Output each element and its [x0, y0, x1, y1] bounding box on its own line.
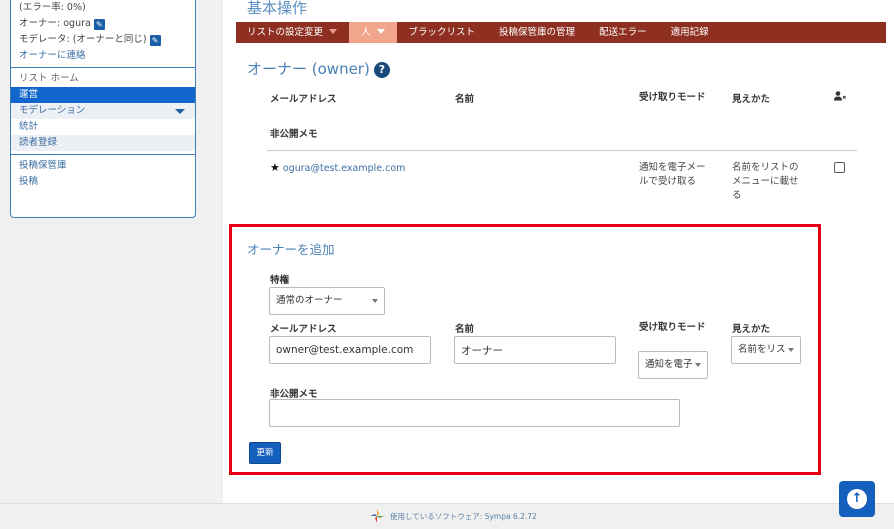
menu-item-blacklist[interactable]: ブラックリスト — [397, 22, 488, 43]
error-rate: (エラー率: 0%) — [19, 2, 86, 13]
table-divider — [267, 150, 857, 151]
sidebar-item-admin[interactable]: 運営 — [11, 87, 195, 103]
menu-label: 人 — [361, 27, 371, 38]
owner-visibility: 名前をリストのメニューに載せる — [732, 162, 799, 201]
col-reception-header: 受け取りモード — [639, 92, 706, 103]
footer-software-text[interactable]: 使用しているソフトウェア: Sympa 6.2.72 — [390, 511, 537, 522]
moderation-label: モデレーション — [19, 105, 86, 116]
chevron-down-icon — [376, 29, 385, 34]
scroll-to-top-button[interactable]: ↑ — [839, 481, 875, 517]
highlight-box — [229, 224, 821, 475]
sidebar: (エラー率: 0%) オーナー: ogura ✎ モデレータ: (オーナーと同じ)… — [10, 0, 196, 218]
menu-item-bounces[interactable]: 配送エラー — [587, 22, 659, 43]
owner-line: オーナー: ogura ✎ — [11, 16, 195, 32]
menu-item-list-settings[interactable]: リストの設定変更 — [236, 22, 349, 43]
sidebar-item-subscribers[interactable]: 読者登録 — [11, 135, 195, 151]
sidebar-divider — [11, 67, 195, 68]
menu-item-archive-manage[interactable]: 投稿保管庫の管理 — [487, 22, 587, 43]
sidebar-item-moderation[interactable]: モデレーション — [11, 103, 195, 119]
owner-select-checkbox[interactable] — [834, 162, 845, 173]
moderator-line-text: モデレータ: (オーナーと同じ) — [19, 34, 147, 45]
menu-item-people[interactable]: 人 — [349, 22, 397, 43]
pencil-icon[interactable]: ✎ — [93, 19, 105, 30]
col-visibility-header: 見えかた — [732, 94, 771, 105]
col-email-header: メールアドレス — [270, 94, 337, 105]
sympa-logo-icon — [370, 509, 384, 523]
col-name-header: 名前 — [455, 94, 475, 105]
owner-email-link[interactable]: ogura@test.example.com — [283, 163, 406, 174]
owner-reception: 通知を電子メールで受け取る — [639, 162, 706, 187]
owners-section-title: オーナー (owner)? — [247, 58, 390, 79]
list-home-link[interactable]: リスト ホーム — [11, 71, 195, 87]
page-title: 基本操作 — [247, 0, 308, 17]
user-remove-icon — [834, 91, 846, 104]
sidebar-divider — [11, 154, 195, 155]
chevron-down-icon — [175, 109, 185, 114]
owner-line-text: オーナー: ogura — [19, 18, 91, 29]
arrow-up-icon: ↑ — [847, 489, 867, 509]
admin-menu-bar: リストの設定変更 人 ブラックリスト 投稿保管庫の管理 配送エラー 適用記録 — [236, 22, 886, 43]
table-row: ★ ogura@test.example.com — [270, 161, 405, 176]
footer: 使用しているソフトウェア: Sympa 6.2.72 — [0, 503, 894, 529]
chevron-down-icon — [329, 29, 338, 34]
sidebar-item-post[interactable]: 投稿 — [11, 174, 195, 190]
sidebar-item-stats[interactable]: 統計 — [11, 119, 195, 135]
help-icon[interactable]: ? — [373, 62, 390, 78]
menu-item-logs[interactable]: 適用記録 — [659, 22, 721, 43]
sidebar-item-archive[interactable]: 投稿保管庫 — [11, 158, 195, 174]
star-icon: ★ — [270, 161, 280, 174]
contact-owner-link[interactable]: オーナーに連絡 — [11, 48, 195, 64]
pencil-icon[interactable]: ✎ — [149, 35, 161, 46]
moderator-line: モデレータ: (オーナーと同じ) ✎ — [11, 32, 195, 48]
col-memo-header: 非公開メモ — [270, 129, 318, 140]
owners-title-text: オーナー (owner) — [247, 60, 370, 78]
menu-label: リストの設定変更 — [247, 27, 324, 38]
